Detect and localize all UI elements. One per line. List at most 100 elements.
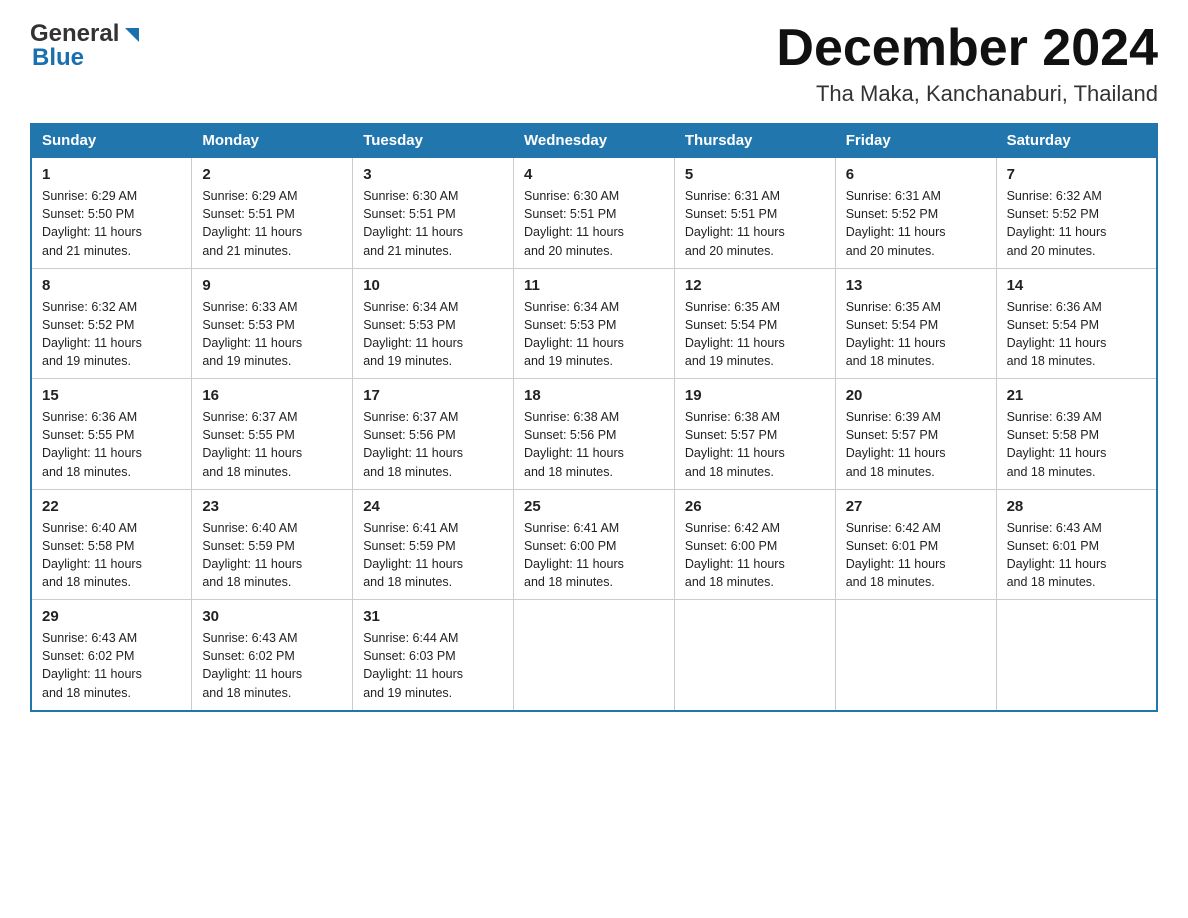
col-friday: Friday xyxy=(835,124,996,158)
table-row: 30Sunrise: 6:43 AMSunset: 6:02 PMDayligh… xyxy=(192,600,353,711)
col-tuesday: Tuesday xyxy=(353,124,514,158)
day-info: Sunrise: 6:30 AMSunset: 5:51 PMDaylight:… xyxy=(363,187,503,260)
day-number: 27 xyxy=(846,498,986,515)
day-number: 26 xyxy=(685,498,825,515)
day-number: 28 xyxy=(1007,498,1146,515)
day-number: 16 xyxy=(202,387,342,404)
table-row: 27 Sunrise: 6:42 AMSunset: 6:01 PMDayligh… xyxy=(835,489,996,600)
table-row: 23 Sunrise: 6:40 AMSunset: 5:59 PMDayligh… xyxy=(192,489,353,600)
day-info: Sunrise: 6:43 AMSunset: 6:01 PMDaylight:… xyxy=(1007,519,1146,592)
day-info: Sunrise: 6:40 AMSunset: 5:59 PMDaylight:… xyxy=(202,519,342,592)
logo-triangle-icon xyxy=(121,24,143,46)
table-row: 15 Sunrise: 6:36 AMSunset: 5:55 PMDayligh… xyxy=(31,379,192,490)
table-row: 25 Sunrise: 6:41 AMSunset: 6:00 PMDayligh… xyxy=(514,489,675,600)
table-row: 19 Sunrise: 6:38 AMSunset: 5:57 PMDayligh… xyxy=(674,379,835,490)
table-row: 31Sunrise: 6:44 AMSunset: 6:03 PMDayligh… xyxy=(353,600,514,711)
day-info: Sunrise: 6:39 AMSunset: 5:58 PMDaylight:… xyxy=(1007,408,1146,481)
day-info: Sunrise: 6:35 AMSunset: 5:54 PMDaylight:… xyxy=(685,298,825,371)
day-number: 12 xyxy=(685,277,825,294)
table-row: 20Sunrise: 6:39 AMSunset: 5:57 PMDayligh… xyxy=(835,379,996,490)
table-row: 2 Sunrise: 6:29 AMSunset: 5:51 PMDaylight… xyxy=(192,158,353,269)
day-number: 15 xyxy=(42,387,181,404)
table-row: 26 Sunrise: 6:42 AMSunset: 6:00 PMDayligh… xyxy=(674,489,835,600)
calendar-header-row: Sunday Monday Tuesday Wednesday Thursday… xyxy=(31,124,1157,158)
day-info: Sunrise: 6:44 AMSunset: 6:03 PMDaylight:… xyxy=(363,629,503,702)
day-info: Sunrise: 6:34 AMSunset: 5:53 PMDaylight:… xyxy=(363,298,503,371)
day-info: Sunrise: 6:31 AMSunset: 5:51 PMDaylight:… xyxy=(685,187,825,260)
day-info: Sunrise: 6:32 AMSunset: 5:52 PMDaylight:… xyxy=(1007,187,1146,260)
table-row: 11 Sunrise: 6:34 AMSunset: 5:53 PMDayligh… xyxy=(514,268,675,379)
day-number: 9 xyxy=(202,277,342,294)
day-info: Sunrise: 6:37 AMSunset: 5:55 PMDaylight:… xyxy=(202,408,342,481)
day-info: Sunrise: 6:31 AMSunset: 5:52 PMDaylight:… xyxy=(846,187,986,260)
day-number: 5 xyxy=(685,166,825,183)
table-row: 28 Sunrise: 6:43 AMSunset: 6:01 PMDayligh… xyxy=(996,489,1157,600)
day-number: 22 xyxy=(42,498,181,515)
day-number: 24 xyxy=(363,498,503,515)
table-row xyxy=(674,600,835,711)
title-block: December 2024 Tha Maka, Kanchanaburi, Th… xyxy=(776,20,1158,107)
table-row: 16 Sunrise: 6:37 AMSunset: 5:55 PMDayligh… xyxy=(192,379,353,490)
day-info: Sunrise: 6:38 AMSunset: 5:57 PMDaylight:… xyxy=(685,408,825,481)
day-number: 17 xyxy=(363,387,503,404)
day-info: Sunrise: 6:29 AMSunset: 5:50 PMDaylight:… xyxy=(42,187,181,260)
day-info: Sunrise: 6:36 AMSunset: 5:55 PMDaylight:… xyxy=(42,408,181,481)
day-number: 29 xyxy=(42,608,181,625)
day-number: 2 xyxy=(202,166,342,183)
table-row: 5 Sunrise: 6:31 AMSunset: 5:51 PMDaylight… xyxy=(674,158,835,269)
day-number: 18 xyxy=(524,387,664,404)
table-row: 17 Sunrise: 6:37 AMSunset: 5:56 PMDayligh… xyxy=(353,379,514,490)
main-title: December 2024 xyxy=(776,20,1158,77)
calendar-table: Sunday Monday Tuesday Wednesday Thursday… xyxy=(30,123,1158,712)
table-row: 21 Sunrise: 6:39 AMSunset: 5:58 PMDayligh… xyxy=(996,379,1157,490)
table-row: 8 Sunrise: 6:32 AMSunset: 5:52 PMDaylight… xyxy=(31,268,192,379)
day-number: 8 xyxy=(42,277,181,294)
day-number: 6 xyxy=(846,166,986,183)
day-number: 19 xyxy=(685,387,825,404)
day-info: Sunrise: 6:40 AMSunset: 5:58 PMDaylight:… xyxy=(42,519,181,592)
day-number: 1 xyxy=(42,166,181,183)
table-row: 4Sunrise: 6:30 AMSunset: 5:51 PMDaylight… xyxy=(514,158,675,269)
table-row: 12 Sunrise: 6:35 AMSunset: 5:54 PMDayligh… xyxy=(674,268,835,379)
logo-blue-text: Blue xyxy=(30,44,84,72)
table-row: 13 Sunrise: 6:35 AMSunset: 5:54 PMDayligh… xyxy=(835,268,996,379)
calendar-week-row: 22 Sunrise: 6:40 AMSunset: 5:58 PMDayligh… xyxy=(31,489,1157,600)
calendar-week-row: 29 Sunrise: 6:43 AMSunset: 6:02 PMDayligh… xyxy=(31,600,1157,711)
day-info: Sunrise: 6:35 AMSunset: 5:54 PMDaylight:… xyxy=(846,298,986,371)
day-info: Sunrise: 6:42 AMSunset: 6:00 PMDaylight:… xyxy=(685,519,825,592)
day-number: 10 xyxy=(363,277,503,294)
table-row xyxy=(996,600,1157,711)
table-row: 24 Sunrise: 6:41 AMSunset: 5:59 PMDayligh… xyxy=(353,489,514,600)
calendar-week-row: 15 Sunrise: 6:36 AMSunset: 5:55 PMDayligh… xyxy=(31,379,1157,490)
table-row: 18 Sunrise: 6:38 AMSunset: 5:56 PMDayligh… xyxy=(514,379,675,490)
col-saturday: Saturday xyxy=(996,124,1157,158)
day-number: 25 xyxy=(524,498,664,515)
day-number: 11 xyxy=(524,277,664,294)
day-number: 30 xyxy=(202,608,342,625)
page-header: General Blue December 2024 Tha Maka, Kan… xyxy=(30,20,1158,107)
day-info: Sunrise: 6:29 AMSunset: 5:51 PMDaylight:… xyxy=(202,187,342,260)
day-info: Sunrise: 6:41 AMSunset: 5:59 PMDaylight:… xyxy=(363,519,503,592)
day-info: Sunrise: 6:34 AMSunset: 5:53 PMDaylight:… xyxy=(524,298,664,371)
sub-title: Tha Maka, Kanchanaburi, Thailand xyxy=(776,81,1158,107)
day-number: 14 xyxy=(1007,277,1146,294)
day-number: 20 xyxy=(846,387,986,404)
day-info: Sunrise: 6:43 AMSunset: 6:02 PMDaylight:… xyxy=(42,629,181,702)
day-number: 21 xyxy=(1007,387,1146,404)
table-row: 6 Sunrise: 6:31 AMSunset: 5:52 PMDaylight… xyxy=(835,158,996,269)
calendar-week-row: 8 Sunrise: 6:32 AMSunset: 5:52 PMDaylight… xyxy=(31,268,1157,379)
table-row xyxy=(514,600,675,711)
col-thursday: Thursday xyxy=(674,124,835,158)
day-info: Sunrise: 6:38 AMSunset: 5:56 PMDaylight:… xyxy=(524,408,664,481)
day-info: Sunrise: 6:30 AMSunset: 5:51 PMDaylight:… xyxy=(524,187,664,260)
day-info: Sunrise: 6:33 AMSunset: 5:53 PMDaylight:… xyxy=(202,298,342,371)
day-info: Sunrise: 6:41 AMSunset: 6:00 PMDaylight:… xyxy=(524,519,664,592)
calendar-week-row: 1 Sunrise: 6:29 AMSunset: 5:50 PMDaylight… xyxy=(31,158,1157,269)
day-number: 3 xyxy=(363,166,503,183)
day-number: 23 xyxy=(202,498,342,515)
day-info: Sunrise: 6:37 AMSunset: 5:56 PMDaylight:… xyxy=(363,408,503,481)
table-row: 7Sunrise: 6:32 AMSunset: 5:52 PMDaylight… xyxy=(996,158,1157,269)
day-info: Sunrise: 6:42 AMSunset: 6:01 PMDaylight:… xyxy=(846,519,986,592)
day-info: Sunrise: 6:32 AMSunset: 5:52 PMDaylight:… xyxy=(42,298,181,371)
day-number: 13 xyxy=(846,277,986,294)
